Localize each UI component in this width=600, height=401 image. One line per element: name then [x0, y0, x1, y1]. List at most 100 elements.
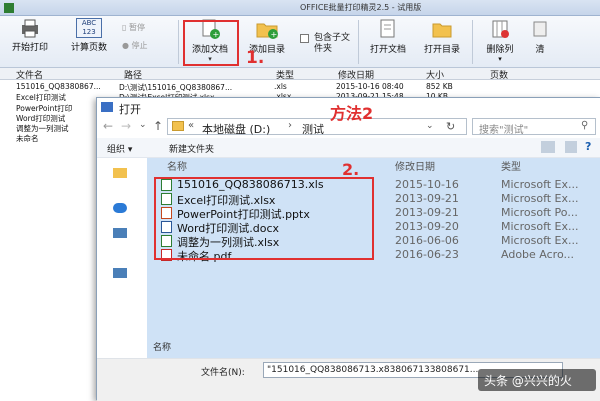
breadcrumb-separator-icon: › — [288, 120, 292, 131]
search-placeholder: 搜索"测试" — [479, 125, 529, 136]
breadcrumb-folder[interactable]: 测试 — [302, 121, 324, 137]
start-print-button[interactable]: 开始打印 — [8, 18, 52, 53]
filename-label: 文件名(N): — [201, 368, 245, 378]
table-row[interactable]: 未命名 — [16, 133, 39, 144]
col-type[interactable]: 类型 — [276, 68, 294, 81]
app-icon — [4, 3, 14, 13]
col-path[interactable]: 路径 — [124, 68, 142, 81]
include-subdir-checkbox[interactable] — [300, 34, 309, 43]
this-pc-icon[interactable] — [113, 228, 127, 238]
organize-label: 组织 — [107, 145, 126, 155]
onedrive-icon[interactable] — [113, 203, 127, 213]
pause-button[interactable]: ▯ 暂停 — [122, 22, 145, 33]
col-pages[interactable]: 页数 — [490, 68, 508, 81]
stop-button[interactable]: ● 停止 — [122, 40, 148, 51]
back-arrow-icon[interactable]: ← — [103, 119, 113, 133]
calc-pages-button[interactable]: ABC 123 计算页数 — [64, 18, 114, 53]
forward-arrow-icon[interactable]: → — [121, 119, 131, 133]
method2-annotation: 方法2 — [330, 104, 374, 123]
refresh-icon[interactable]: ↻ — [446, 120, 455, 133]
col-filename[interactable]: 文件名 — [16, 68, 43, 81]
svg-text:+: + — [271, 30, 278, 39]
start-print-label: 开始打印 — [11, 43, 48, 53]
open-document-icon — [380, 19, 395, 38]
row-name: Excel打印测试 — [16, 93, 66, 102]
breadcrumb-chevron-icon: « — [188, 120, 195, 131]
num-text: 123 — [82, 28, 96, 36]
printer-icon — [22, 19, 38, 38]
clear-button[interactable]: 清 — [530, 18, 550, 55]
organize-button[interactable]: 组织 ▾ — [107, 142, 132, 155]
toolbar-separator — [472, 20, 473, 64]
row-name: 151016_QQ8380867... — [16, 82, 101, 91]
highlight-add-document — [183, 20, 239, 66]
file-date: 2013-09-21 — [395, 206, 459, 219]
watermark: 头条 @兴兴的火 — [478, 369, 596, 391]
row-type: .xls — [274, 82, 287, 91]
filename-value: "151016_QQ838086713.x838067133808671... — [267, 365, 479, 375]
step1-annotation: 1. — [246, 48, 265, 68]
help-icon[interactable]: ? — [585, 140, 591, 153]
file-type: Microsoft Ex... — [501, 192, 579, 205]
col-size[interactable]: 大小 — [426, 68, 444, 81]
file-date: 2015-10-16 — [395, 178, 459, 191]
dialog-command-bar: 组织 ▾ 新建文件夹 ? — [97, 138, 600, 158]
toolbar-separator — [178, 20, 179, 64]
file-type: Adobe Acro... — [501, 248, 574, 261]
recent-dropdown-icon[interactable]: ⌄ — [139, 120, 147, 130]
table-row[interactable]: Excel打印测试 D:\测试\Excel打印测试.xlsx .xlsx 201… — [16, 92, 448, 103]
new-folder-button[interactable]: 新建文件夹 — [169, 142, 214, 155]
col-modified[interactable]: 修改日期 — [338, 68, 374, 81]
dialog-title: 打开 — [119, 103, 141, 116]
title-bar: OFFICE批量打印精灵2.5 - 试用版 — [0, 0, 600, 16]
col-name-header[interactable]: 名称 — [167, 158, 187, 173]
calc-pages-label: 计算页数 — [70, 43, 107, 53]
delete-column-label: 删除列 — [486, 45, 514, 55]
file-date: 2013-09-20 — [395, 220, 459, 233]
preview-pane-icon[interactable] — [565, 141, 577, 153]
dropdown-arrow-icon[interactable]: ▾ — [480, 55, 520, 63]
file-date: 2013-09-21 — [395, 192, 459, 205]
clear-label: 清 — [535, 45, 545, 55]
address-dropdown-icon[interactable]: ⌄ — [426, 121, 434, 131]
search-box[interactable]: 搜索"测试" ⚲ — [472, 118, 596, 136]
include-subdir-label: 包含子文件夹 — [314, 33, 351, 54]
view-options-icon[interactable] — [541, 141, 555, 153]
file-type: Microsoft Ex... — [501, 220, 579, 233]
dialog-app-icon — [101, 102, 113, 112]
up-arrow-icon[interactable]: ↑ — [153, 119, 163, 133]
toolbar: 开始打印 ABC 123 计算页数 ▯ 暂停 ● 停止 + 添加文档 ▾ + 添… — [0, 16, 600, 68]
col-date-header[interactable]: 修改日期 — [395, 158, 435, 173]
open-folder-icon — [432, 23, 452, 38]
file-date: 2016-06-06 — [395, 234, 459, 247]
stop-label: 停止 — [131, 41, 148, 50]
highlight-selected-files — [154, 177, 374, 260]
search-icon[interactable]: ⚲ — [581, 120, 588, 131]
open-document-label: 打开文档 — [369, 45, 406, 55]
network-icon[interactable] — [113, 268, 127, 278]
address-bar[interactable]: « 本地磁盘 (D:) › 测试 ⌄ ↻ — [167, 118, 467, 137]
file-type: Microsoft Ex... — [501, 178, 579, 191]
file-type: Microsoft Ex... — [501, 234, 579, 247]
abc-text: ABC — [81, 19, 97, 27]
file-type: Microsoft Po... — [501, 206, 578, 219]
bottom-name-header: 名称 — [153, 343, 172, 353]
open-directory-label: 打开目录 — [423, 45, 460, 55]
toolbar-separator — [358, 20, 359, 64]
step2-annotation: 2. — [342, 160, 360, 179]
open-document-button[interactable]: 打开文档 — [364, 18, 412, 55]
window-title: OFFICE批量打印精灵2.5 - 试用版 — [300, 3, 422, 12]
delete-column-button[interactable]: 删除列 ▾ — [480, 18, 520, 63]
breadcrumb-root[interactable]: 本地磁盘 (D:) — [202, 121, 270, 137]
pause-label: 暂停 — [128, 23, 145, 32]
open-directory-button[interactable]: 打开目录 — [418, 18, 466, 55]
folder-icon — [172, 121, 184, 131]
table-row[interactable]: 151016_QQ8380867... D:\测试\151016_QQ83808… — [16, 82, 453, 92]
row-date: 2015-10-16 08:40 — [336, 82, 404, 91]
file-table-header: 文件名 路径 类型 修改日期 大小 页数 — [0, 68, 600, 81]
navigation-pane — [97, 158, 147, 358]
clear-icon — [533, 21, 547, 37]
delete-column-icon — [492, 20, 509, 38]
quick-access-icon[interactable] — [113, 168, 127, 178]
col-type-header[interactable]: 类型 — [501, 158, 521, 173]
